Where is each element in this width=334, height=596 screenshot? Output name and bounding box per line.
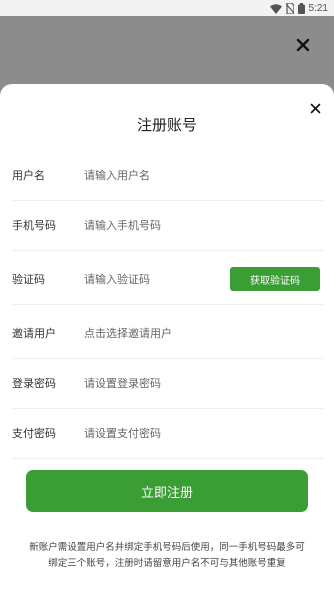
verification-code-input[interactable] <box>84 268 224 290</box>
payment-password-row: 支付密码 <box>12 408 324 459</box>
register-dialog: 注册账号 用户名 手机号码 验证码 获取验证码 邀请用户 登录密码 支付密码 立… <box>0 84 334 596</box>
notice-line: 新账户需设置用户名并绑定手机号码后使用，同一手机号码最多可 <box>29 542 305 553</box>
username-row: 用户名 <box>12 150 324 201</box>
register-button[interactable]: 立即注册 <box>26 470 308 512</box>
username-input[interactable] <box>84 164 224 186</box>
status-icons: 5:21 <box>269 1 328 15</box>
wifi-icon <box>269 0 282 18</box>
verification-code-label: 验证码 <box>12 273 45 286</box>
inviter-label: 邀请用户 <box>12 327 56 340</box>
verification-code-row: 验证码 获取验证码 <box>12 254 324 305</box>
dialog-title: 注册账号 <box>136 116 197 134</box>
phone-label: 手机号码 <box>12 219 56 232</box>
phone-row: 手机号码 <box>12 200 324 251</box>
registration-notice: 新账户需设置用户名并绑定手机号码后使用，同一手机号码最多可 绑定三个账号，注册时… <box>12 540 322 572</box>
payment-password-input[interactable] <box>84 422 224 444</box>
notice-line: 绑定三个账号，注册时请留意用户名不可与其他账号重复 <box>48 558 286 569</box>
payment-password-label: 支付密码 <box>12 427 56 440</box>
status-bar: 5:21 <box>0 0 334 16</box>
phone-input[interactable] <box>84 214 224 236</box>
login-password-input[interactable] <box>84 372 224 394</box>
no-sim-icon <box>285 0 295 18</box>
username-label: 用户名 <box>12 169 45 182</box>
inviter-input[interactable] <box>84 322 224 344</box>
battery-icon <box>297 0 305 18</box>
close-icon[interactable] <box>310 99 321 114</box>
login-password-label: 登录密码 <box>12 377 56 390</box>
login-password-row: 登录密码 <box>12 358 324 409</box>
inviter-row: 邀请用户 <box>12 308 324 359</box>
background-close-icon[interactable] <box>295 37 311 53</box>
status-time: 5:21 <box>308 2 328 14</box>
get-code-button[interactable]: 获取验证码 <box>230 267 320 291</box>
